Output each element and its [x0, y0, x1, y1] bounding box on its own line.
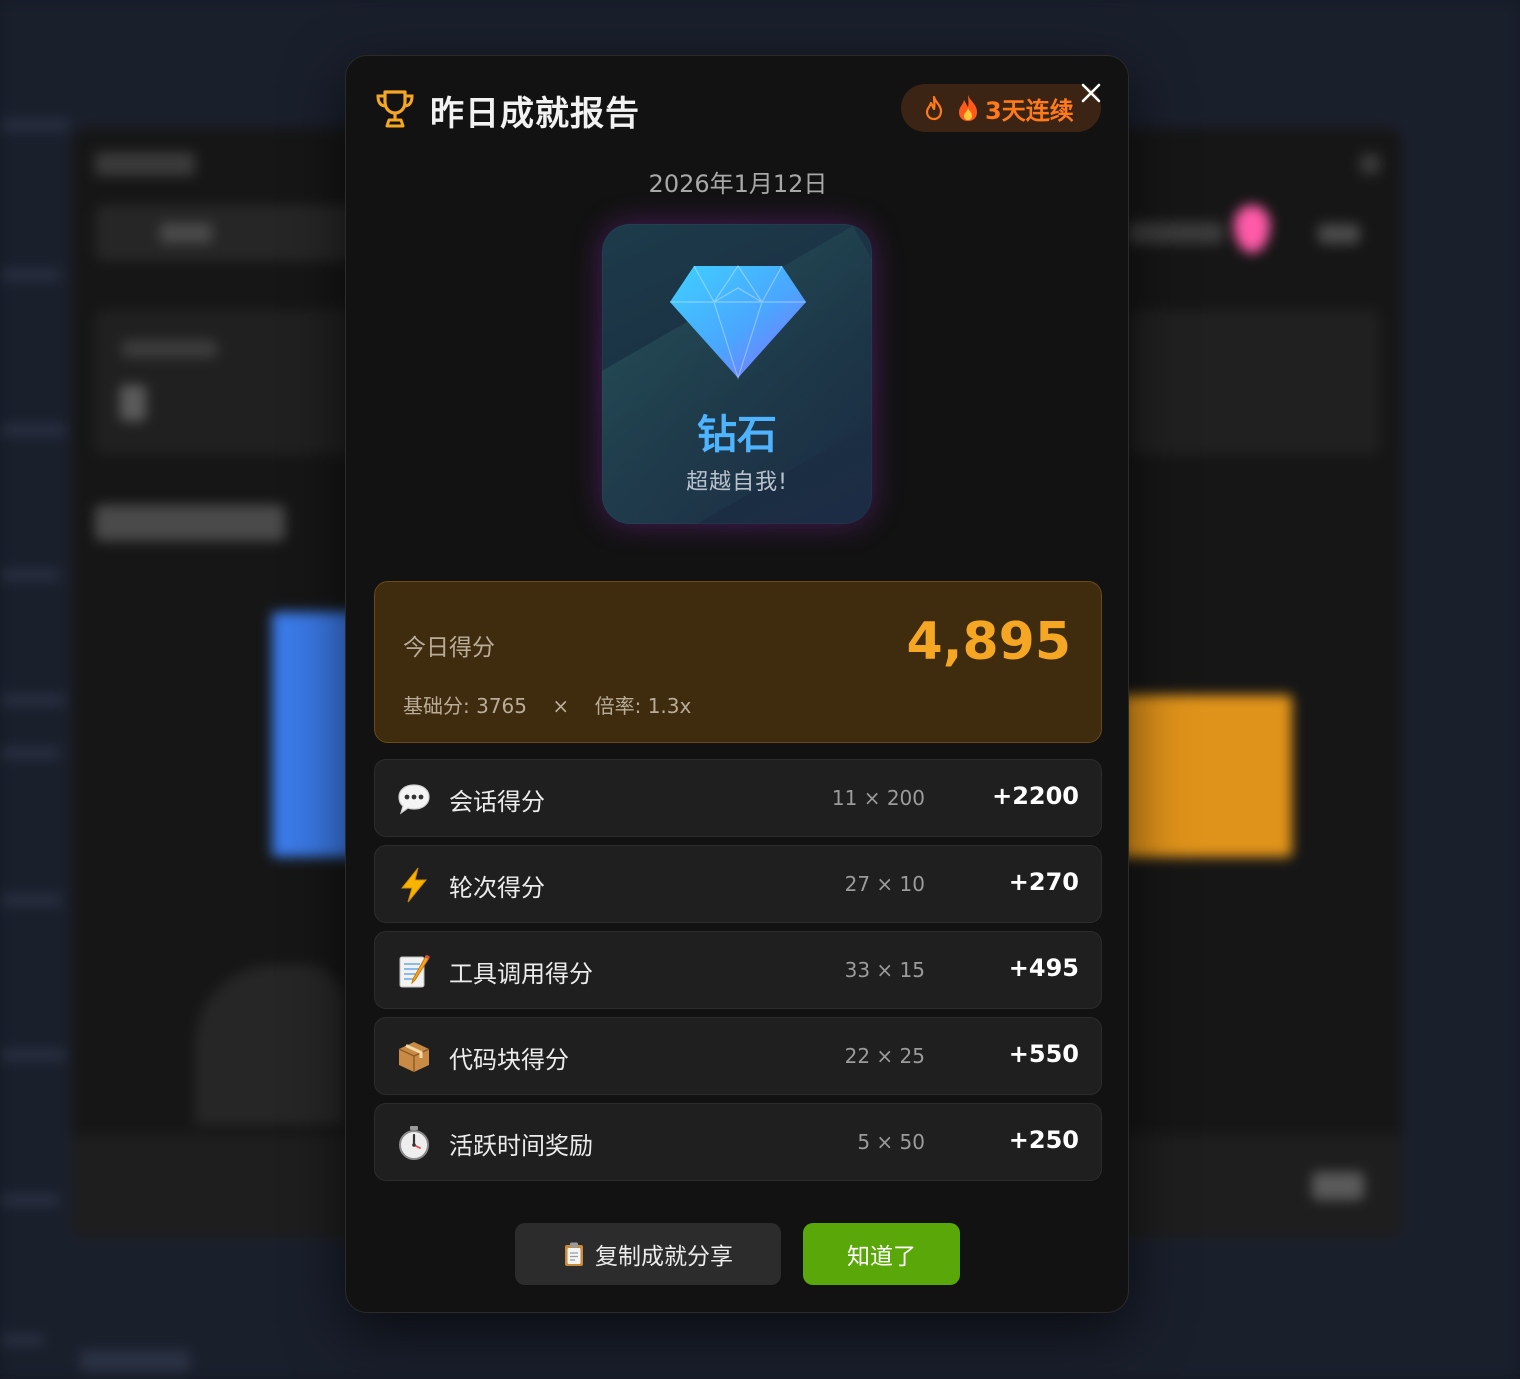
bg-area-shape	[195, 965, 345, 1125]
badge-subtitle: 超越自我!	[686, 470, 788, 495]
row-calc: 27 × 10	[844, 872, 925, 896]
diamond-icon	[670, 264, 806, 380]
bg-footer-button	[1312, 1172, 1364, 1200]
bg-panel-title	[95, 152, 195, 176]
bg-sidebar-line	[0, 425, 66, 435]
score-row-code-blocks: 代码块得分 22 × 25 +550	[374, 1017, 1102, 1095]
close-icon[interactable]	[1076, 78, 1106, 108]
score-row-active-time: 活跃时间奖励 5 × 50 +250	[374, 1103, 1102, 1181]
bg-chart-bar	[1120, 695, 1292, 857]
copy-share-label: 复制成就分享	[595, 1244, 733, 1270]
bg-card-label	[122, 340, 217, 358]
streak-label: 3天连续	[985, 96, 1074, 125]
bg-sidebar-line	[0, 570, 60, 580]
row-points: +250	[1008, 1126, 1079, 1154]
clipboard-icon	[565, 1242, 583, 1266]
copy-share-button[interactable]: 复制成就分享	[515, 1223, 781, 1285]
bg-bottom-item	[80, 1350, 190, 1372]
bg-sidebar-line	[0, 1195, 60, 1205]
achievement-report-modal: 昨日成就报告 3天连续 2026年1月12日 钻石 超越自我! 今日得分 4,8…	[345, 55, 1129, 1313]
bg-sidebar-line	[0, 1050, 66, 1060]
score-label: 今日得分	[403, 635, 495, 661]
lightning-icon	[400, 867, 428, 903]
bg-sidebar-line	[0, 895, 62, 905]
bg-pill	[1128, 222, 1224, 244]
report-date: 2026年1月12日	[648, 170, 828, 198]
bg-sidebar-line	[0, 695, 66, 705]
stopwatch-icon	[399, 1126, 429, 1160]
bg-sidebar-line	[0, 120, 70, 130]
row-label: 代码块得分	[449, 1046, 569, 1074]
trophy-icon	[376, 90, 414, 128]
row-points: +495	[1008, 954, 1079, 982]
row-calc: 11 × 200	[831, 786, 925, 810]
bg-stat-card	[1130, 310, 1380, 455]
bg-section-title	[95, 505, 285, 541]
bg-sidebar-line	[0, 1335, 44, 1345]
row-points: +2200	[992, 782, 1079, 810]
score-formula: 基础分: 3765 × 倍率: 1.3x	[403, 694, 692, 718]
bg-tab	[160, 223, 212, 243]
got-it-button[interactable]: 知道了	[803, 1223, 960, 1285]
speech-bubble-icon	[398, 784, 430, 815]
rank-badge: 钻石 超越自我!	[602, 224, 872, 524]
row-label: 轮次得分	[449, 874, 545, 902]
bg-tabbar	[95, 205, 365, 261]
row-calc: 5 × 50	[857, 1130, 925, 1154]
bg-close-icon	[1360, 154, 1380, 174]
bg-stat-card	[95, 310, 355, 455]
score-row-tools: 工具调用得分 33 × 15 +495	[374, 931, 1102, 1009]
bg-card-value	[120, 385, 146, 421]
score-row-turns: 轮次得分 27 × 10 +270	[374, 845, 1102, 923]
package-icon	[398, 1042, 430, 1072]
bg-pill	[1318, 224, 1360, 244]
today-score-card: 今日得分 4,895 基础分: 3765 × 倍率: 1.3x	[374, 581, 1102, 743]
row-label: 工具调用得分	[449, 960, 593, 988]
row-label: 活跃时间奖励	[449, 1132, 593, 1160]
memo-icon	[399, 954, 430, 988]
score-row-session: 会话得分 11 × 200 +2200	[374, 759, 1102, 837]
badge-name: 钻石	[697, 412, 777, 458]
streak-badge: 3天连续	[901, 84, 1101, 132]
row-points: +270	[1008, 868, 1079, 896]
row-calc: 33 × 15	[844, 958, 925, 982]
score-value: 4,895	[906, 612, 1071, 672]
row-calc: 22 × 25	[844, 1044, 925, 1068]
fire-icon	[959, 95, 977, 121]
bg-sidebar-line	[0, 748, 60, 758]
modal-title: 昨日成就报告	[430, 94, 640, 134]
flame-outline-icon	[925, 95, 943, 121]
row-points: +550	[1008, 1040, 1079, 1068]
bg-sidebar-line	[0, 270, 60, 280]
row-label: 会话得分	[449, 788, 545, 816]
